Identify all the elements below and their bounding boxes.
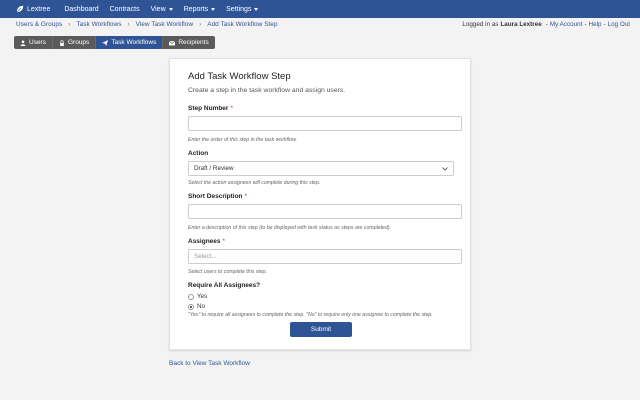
breadcrumb-users-groups[interactable]: Users & Groups bbox=[16, 21, 62, 28]
short-description-label-text: Short Description bbox=[188, 193, 243, 200]
radio-yes-label: Yes bbox=[197, 293, 208, 300]
tab-users[interactable]: Users bbox=[14, 36, 53, 49]
require-all-help: "Yes" to require all assignees to comple… bbox=[188, 312, 433, 318]
form-title: Add Task Workflow Step bbox=[188, 71, 291, 82]
breadcrumb-separator: › bbox=[199, 21, 202, 28]
action-label: Action bbox=[188, 150, 209, 157]
tab-groups-label: Groups bbox=[67, 39, 90, 46]
caret-down-icon bbox=[211, 7, 216, 11]
short-description-label: Short Description * bbox=[188, 193, 247, 200]
radio-yes-circle[interactable] bbox=[188, 293, 194, 300]
radio-no-label: No bbox=[197, 303, 206, 310]
assignees-help: Select users to complete this step. bbox=[188, 269, 268, 275]
breadcrumb-separator: › bbox=[127, 21, 130, 28]
submit-button[interactable]: Submit bbox=[290, 322, 352, 337]
nav-settings[interactable]: Settings bbox=[226, 5, 259, 13]
required-marker: * bbox=[244, 193, 248, 200]
nav-dashboard[interactable]: Dashboard bbox=[64, 6, 98, 13]
require-all-label: Require All Assignees? bbox=[188, 282, 261, 289]
nav-contracts[interactable]: Contracts bbox=[110, 6, 140, 13]
nav-view-label: View bbox=[150, 5, 166, 13]
step-number-label-text: Step Number bbox=[188, 105, 229, 112]
brand-name: Lextree bbox=[27, 5, 51, 13]
breadcrumb-task-workflows[interactable]: Task Workflows bbox=[76, 21, 121, 28]
step-number-input[interactable] bbox=[188, 116, 462, 131]
short-description-help: Enter a description of this step (to be … bbox=[188, 225, 391, 231]
radio-yes[interactable]: Yes bbox=[188, 293, 207, 300]
assignees-placeholder: Select... bbox=[194, 253, 217, 260]
nav-view[interactable]: View bbox=[151, 6, 173, 13]
log-out-link[interactable]: Log Out bbox=[608, 21, 630, 28]
leaf-icon bbox=[16, 5, 24, 13]
assignees-label-text: Assignees bbox=[188, 238, 221, 245]
tab-recipients[interactable]: Recipients bbox=[163, 36, 215, 49]
tab-users-label: Users bbox=[29, 39, 46, 46]
radio-no-circle[interactable] bbox=[188, 303, 194, 310]
radio-no[interactable]: No bbox=[188, 303, 205, 310]
brand-logo[interactable]: Lextree bbox=[16, 5, 50, 13]
tab-recipients-label: Recipients bbox=[178, 39, 209, 46]
caret-down-icon bbox=[254, 7, 259, 11]
assignees-label: Assignees * bbox=[188, 238, 225, 245]
action-help: Select the action assignees will complet… bbox=[188, 180, 321, 186]
user-icon bbox=[20, 39, 26, 46]
account-separator: - bbox=[603, 21, 606, 28]
tab-task-workflows[interactable]: Task Workflows bbox=[96, 36, 164, 49]
nav-reports[interactable]: Reports bbox=[184, 6, 216, 13]
top-navbar: Lextree Dashboard Contracts View Reports… bbox=[0, 0, 640, 18]
paper-plane-icon bbox=[102, 39, 109, 46]
step-number-label: Step Number * bbox=[188, 105, 233, 112]
lock-icon bbox=[60, 39, 64, 46]
required-marker: * bbox=[222, 238, 226, 245]
breadcrumb-separator: › bbox=[68, 21, 71, 28]
logged-in-prefix: Logged in as bbox=[462, 21, 499, 28]
account-separator: - bbox=[584, 21, 587, 28]
tab-groups[interactable]: Groups bbox=[52, 36, 97, 49]
short-description-input[interactable] bbox=[188, 204, 462, 219]
breadcrumb: Users & Groups › Task Workflows › View T… bbox=[16, 21, 277, 28]
nav-settings-label: Settings bbox=[226, 5, 252, 13]
form-subtitle: Create a step in the task workflow and a… bbox=[188, 87, 346, 94]
required-marker: * bbox=[230, 105, 233, 112]
caret-down-icon bbox=[168, 7, 173, 11]
action-select[interactable]: Draft / Review bbox=[188, 161, 454, 176]
assignees-select[interactable]: Select... bbox=[188, 249, 462, 264]
envelope-icon bbox=[169, 40, 176, 45]
logged-in-user: Laura Lextree bbox=[500, 21, 542, 28]
action-selected-value: Draft / Review bbox=[194, 165, 234, 172]
tab-task-workflows-label: Task Workflows bbox=[111, 39, 157, 46]
account-separator: - bbox=[545, 21, 548, 28]
breadcrumb-current[interactable]: Add Task Workflow Step bbox=[207, 21, 277, 28]
nav-reports-label: Reports bbox=[183, 5, 209, 13]
add-step-form: Add Task Workflow Step Create a step in … bbox=[169, 58, 471, 350]
back-to-workflow-link[interactable]: Back to View Task Workflow bbox=[169, 360, 250, 367]
chevron-down-icon bbox=[442, 166, 448, 171]
help-link[interactable]: Help bbox=[589, 21, 602, 28]
account-bar: Logged in as Laura Lextree - My Account … bbox=[462, 21, 630, 28]
step-number-help: Enter the order of this step in the task… bbox=[188, 137, 297, 143]
nav-contracts-label: Contracts bbox=[109, 5, 140, 13]
nav-dashboard-label: Dashboard bbox=[64, 5, 99, 13]
section-tabs: Users Groups Task Workflows Recipients bbox=[14, 36, 215, 49]
my-account-link[interactable]: My Account bbox=[550, 21, 583, 28]
breadcrumb-view-task-workflow[interactable]: View Task Workflow bbox=[136, 21, 193, 28]
